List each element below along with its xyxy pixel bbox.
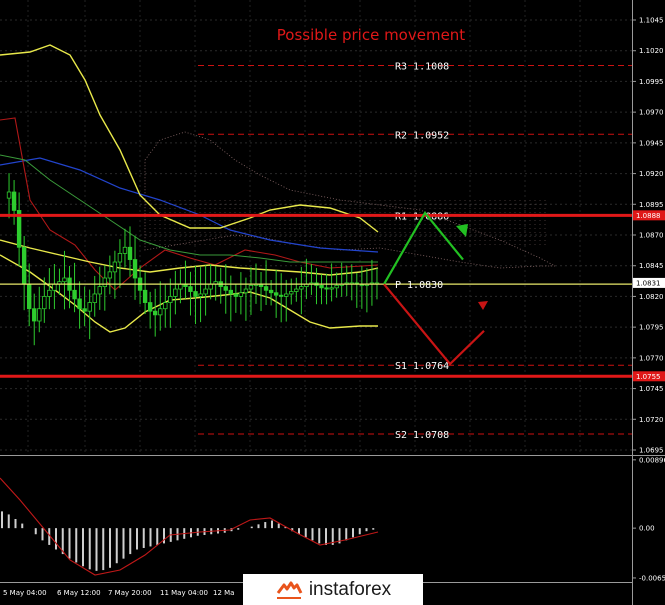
candle-body: [152, 310, 158, 316]
chart-title: Possible price movement: [277, 26, 466, 44]
candle-body: [273, 292, 279, 296]
candle-body: [203, 288, 208, 295]
candle-body: [299, 286, 304, 290]
candle-body: [208, 283, 213, 290]
candle-body: [107, 271, 113, 279]
candle-body: [188, 286, 193, 292]
candle-body: [223, 286, 228, 291]
candle-body: [142, 289, 148, 303]
candle-body: [102, 277, 107, 287]
x-tick-label: 12 Ma: [213, 589, 234, 597]
candle-body: [193, 291, 198, 297]
candle-body: [334, 284, 339, 289]
candle-body: [127, 246, 133, 260]
candle-body: [42, 296, 47, 310]
y-tick-label: 1.0720: [639, 416, 664, 424]
y-tick-label: 1.1020: [639, 47, 664, 55]
macd-tick-label: 0.00: [639, 525, 655, 533]
candle-body: [147, 302, 153, 312]
candle-body: [117, 253, 123, 263]
candle-body: [178, 283, 183, 290]
y-tick-label: 1.0970: [639, 109, 664, 117]
candle-body: [11, 191, 17, 211]
level-label-r3: R3 1.1008: [395, 61, 449, 72]
candle-body: [278, 294, 284, 297]
level-label-s2: S2 1.0708: [395, 430, 449, 441]
candle-body: [158, 308, 163, 316]
y-tick-label: 1.0795: [639, 324, 664, 332]
candle-body: [62, 277, 67, 283]
candle-body: [92, 293, 97, 303]
candle-body: [21, 246, 27, 285]
candle-body: [173, 288, 178, 297]
candle-body: [97, 286, 102, 295]
macd-histogram: 0.00896 0.00 -0.00653: [0, 456, 665, 582]
candle-body: [132, 259, 138, 279]
x-tick-label: 5 May 04:00: [3, 589, 47, 597]
level-label-s1: S1 1.0764: [395, 361, 449, 372]
candle-body: [319, 284, 324, 289]
y-tick-label: 1.0895: [639, 201, 664, 209]
candle-body: [168, 296, 173, 303]
candle-body: [37, 308, 42, 322]
candle-body: [72, 289, 77, 300]
brand-logo: instaforex: [243, 574, 423, 605]
candle-body: [112, 261, 118, 273]
chart-root: { "chart_data": { "type": "line", "title…: [0, 0, 665, 605]
candle-body: [32, 308, 37, 322]
candle-body: [248, 284, 254, 290]
x-tick-label: 11 May 04:00: [160, 589, 208, 597]
candle-body: [289, 291, 294, 295]
y-tick-label: 1.0820: [639, 293, 664, 301]
current-price-label: 1.0831: [636, 279, 661, 287]
candle-body: [268, 289, 274, 294]
candle-body: [238, 292, 244, 297]
macd-signal-line: [0, 477, 379, 576]
price-axis: 1.1045 1.1020 1.0995 1.0970 1.0945 1.0920 1.08…: [632, 17, 664, 455]
key-level-tag-label: 1.0888: [636, 212, 661, 220]
candle-body: [52, 283, 57, 291]
candle-body: [329, 287, 334, 290]
x-tick-label: 6 May 12:00: [57, 589, 101, 597]
key-level-tag-label: 1.0755: [636, 373, 661, 381]
y-tick-label: 1.0920: [639, 170, 664, 178]
instaforex-logo-icon: [276, 581, 303, 599]
candle-body: [294, 288, 299, 292]
candle-body: [26, 283, 32, 310]
level-label-r2: R2 1.0952: [395, 130, 449, 141]
y-tick-label: 1.0945: [639, 139, 664, 147]
candle-body: [163, 302, 168, 310]
candle-body: [77, 298, 82, 310]
y-tick-label: 1.0995: [639, 78, 664, 86]
candle-body: [243, 288, 249, 294]
candle-body: [233, 293, 239, 297]
y-tick-label: 1.0770: [639, 354, 664, 362]
candle-body: [6, 191, 12, 199]
candle-body: [122, 246, 128, 254]
macd-tick-label: -0.00653: [639, 574, 665, 582]
candle-body: [47, 289, 52, 297]
candle-body: [87, 302, 92, 312]
level-label-p: P 1.0830: [395, 280, 443, 291]
candle-body: [198, 293, 203, 297]
candle-body: [228, 289, 233, 295]
y-tick-label: 1.0870: [639, 232, 664, 240]
candle-body: [263, 286, 269, 291]
candle-body: [284, 293, 289, 297]
brand-name: instaforex: [308, 578, 392, 600]
macd-tick-label: 0.00896: [639, 456, 665, 464]
main-pane: [0, 0, 632, 455]
y-tick-label: 1.0845: [639, 262, 664, 270]
candle-body: [82, 308, 87, 312]
price-chart: R3 1.1008R2 1.0952R1 1.0886P 1.0830S1 1.…: [0, 0, 665, 605]
y-tick-label: 1.1045: [639, 17, 664, 25]
y-tick-label: 1.0745: [639, 385, 664, 393]
candle-body: [324, 287, 329, 290]
y-tick-label: 1.0695: [639, 447, 664, 455]
x-tick-label: 7 May 20:00: [108, 589, 152, 597]
time-axis: 5 May 04:00 6 May 12:00 7 May 20:00 11 May …: [3, 589, 234, 597]
